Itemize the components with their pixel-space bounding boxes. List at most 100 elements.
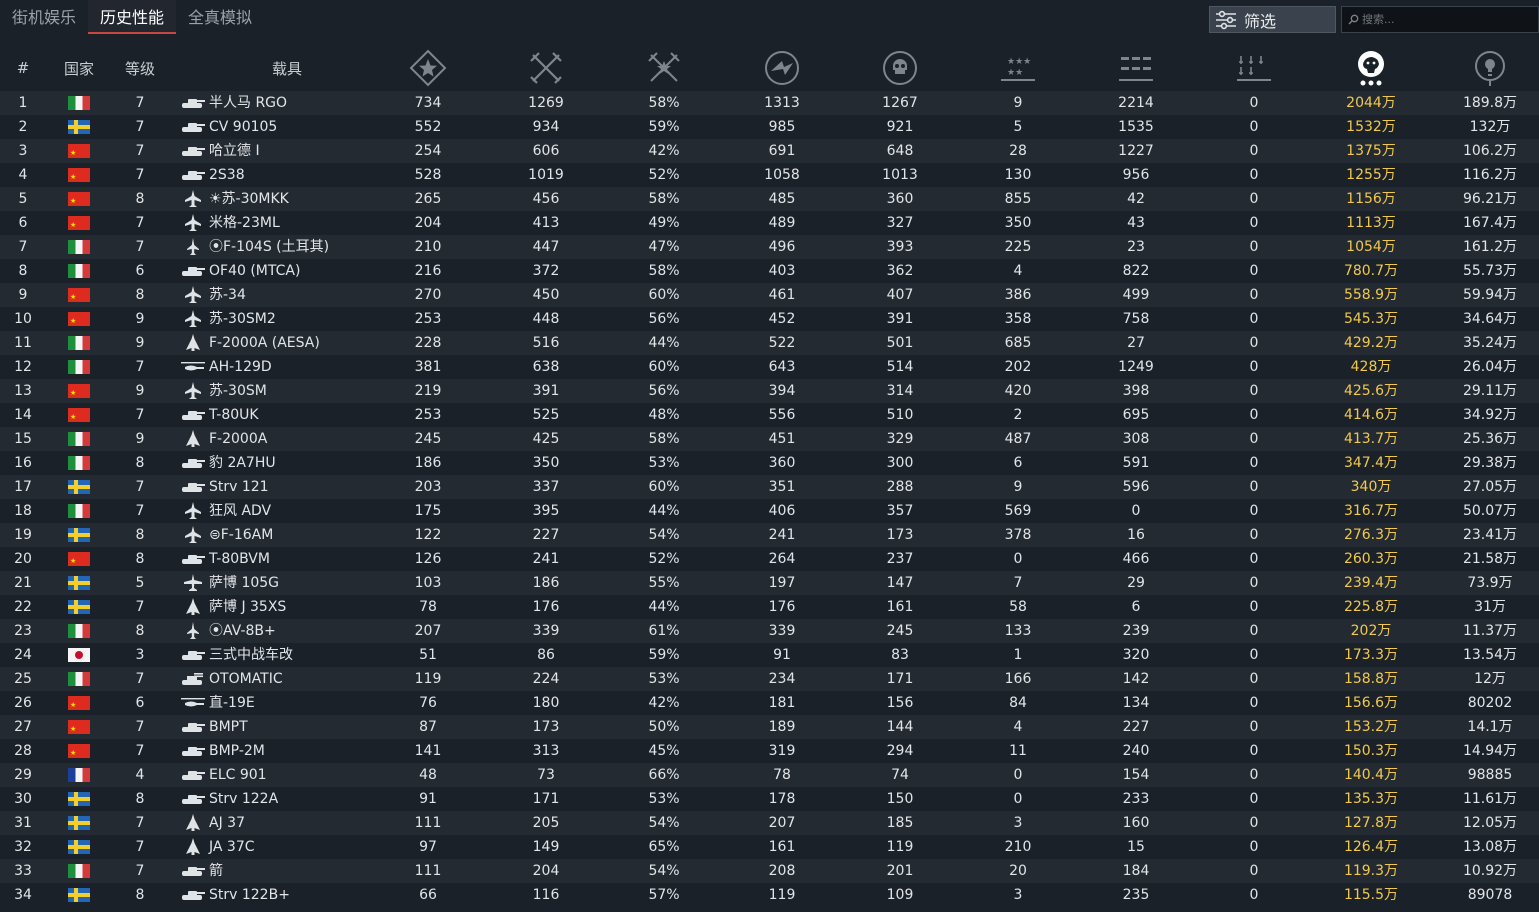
table-row[interactable]: 6 7 米格-23ML 204 413 49% 489 327 350 43 0 1113万 167.4… bbox=[0, 211, 1539, 237]
vehicle-cell[interactable]: JA 37C bbox=[180, 835, 400, 859]
col-lion[interactable] bbox=[1331, 44, 1411, 92]
stat-naval-kills: 0 bbox=[1249, 839, 1259, 855]
table-row[interactable]: 24 3 三式中战车改 51 86 59% 91 83 1 320 0 173.3万 13.54万 bbox=[0, 643, 1539, 667]
stat-air-kills: 420 bbox=[1004, 383, 1032, 399]
table-row[interactable]: 15 9 F-2000A 245 425 58% 451 329 487 308 0 413.7万 25… bbox=[0, 427, 1539, 451]
col-index[interactable]: # bbox=[0, 44, 46, 92]
vehicle-cell[interactable]: 萨博 J 35XS bbox=[180, 595, 400, 619]
vehicle-cell[interactable]: 萨博 105G bbox=[180, 571, 400, 595]
col-ground-kills[interactable] bbox=[1103, 44, 1169, 92]
table-row[interactable]: 4 7 2S38 528 1019 52% 1058 1013 130 956 0 1255万 116.… bbox=[0, 163, 1539, 189]
nation-flag bbox=[58, 355, 100, 379]
vehicle-cell[interactable]: AJ 37 bbox=[180, 811, 400, 835]
table-row[interactable]: 2 7 CV 90105 552 934 59% 985 921 5 1535 0 1532万 132万 bbox=[0, 115, 1539, 139]
col-naval-kills[interactable] bbox=[1221, 44, 1287, 92]
table-row[interactable]: 22 7 萨博 J 35XS 78 176 44% 176 161 58 6 0 225.8万 31万 bbox=[0, 595, 1539, 619]
vehicle-cell[interactable]: 苏-30SM2 bbox=[180, 307, 400, 331]
table-row[interactable]: 30 8 Strv 122A 91 171 53% 178 150 0 233 0 135.3万 11.… bbox=[0, 787, 1539, 811]
vehicle-cell[interactable]: T-80UK bbox=[180, 403, 400, 427]
col-deaths[interactable] bbox=[867, 44, 933, 92]
vehicle-cell[interactable]: 三式中战车改 bbox=[180, 643, 400, 667]
vehicle-cell[interactable]: Strv 121 bbox=[180, 475, 400, 499]
table-row[interactable]: 25 7 OTOMATIC 119 224 53% 234 171 166 142 0 158.8万 1… bbox=[0, 667, 1539, 691]
row-rank: 7 bbox=[135, 743, 145, 759]
table-row[interactable]: 28 7 BMP-2M 141 313 45% 319 294 11 240 0 150.3万 14.9… bbox=[0, 739, 1539, 765]
table-row[interactable]: 21 5 萨博 105G 103 186 55% 197 147 7 29 0 239.4万 73.9万 bbox=[0, 571, 1539, 595]
table-row[interactable]: 8 6 OF40 (MTCA) 216 372 58% 403 362 4 822 0 780.7万 5… bbox=[0, 259, 1539, 283]
table-row[interactable]: 26 6 直-19E 76 180 42% 181 156 84 134 0 156.6万 80202 bbox=[0, 691, 1539, 717]
vehicle-cell[interactable]: 哈立德 I bbox=[180, 139, 400, 163]
vehicle-cell[interactable]: 豹 2A7HU bbox=[180, 451, 400, 475]
table-row[interactable]: 9 8 苏-34 270 450 60% 461 407 386 499 0 558.9万 59.94万 bbox=[0, 283, 1539, 309]
vehicle-cell[interactable]: Strv 122A bbox=[180, 787, 400, 811]
table-row[interactable]: 29 4 ELC 901 48 73 66% 78 74 0 154 0 140.4万 98885 bbox=[0, 763, 1539, 787]
vehicle-cell[interactable]: ☀苏-30MKK bbox=[180, 187, 400, 211]
search-box[interactable] bbox=[1341, 6, 1539, 33]
table-row[interactable]: 1 7 半人马 RGO 734 1269 58% 1313 1267 9 2214 0 2044万 18… bbox=[0, 91, 1539, 115]
table-row[interactable]: 18 7 狂风 ADV 175 395 44% 406 357 569 0 0 316.7万 50.07… bbox=[0, 499, 1539, 523]
stat-victories: 448 bbox=[532, 311, 560, 327]
table-row[interactable]: 19 8 ⊜F-16AM 122 227 54% 241 173 378 16 0 276.3万 23.… bbox=[0, 523, 1539, 547]
table-row[interactable]: 33 7 箭 111 204 54% 208 201 20 184 0 119.3万 10.92万 bbox=[0, 859, 1539, 883]
stat-naval-kills: 0 bbox=[1249, 335, 1259, 351]
vehicle-cell[interactable]: ⊜F-16AM bbox=[180, 523, 400, 547]
tab-realistic[interactable]: 历史性能 bbox=[88, 0, 177, 34]
table-row[interactable]: 12 7 AH-129D 381 638 60% 643 514 202 1249 0 428万 26.… bbox=[0, 355, 1539, 379]
vehicle-cell[interactable]: BMP-2M bbox=[180, 739, 400, 763]
table-row[interactable]: 13 9 苏-30SM 219 391 56% 394 314 420 398 0 425.6万 29.… bbox=[0, 379, 1539, 405]
vehicle-cell[interactable]: OTOMATIC bbox=[180, 667, 400, 691]
tab-simulator[interactable]: 全真模拟 bbox=[176, 0, 264, 34]
table-row[interactable]: 7 7 ⦿F-104S (土耳其) 210 447 47% 496 393 225 23 0 1054… bbox=[0, 235, 1539, 259]
col-win-rate[interactable] bbox=[631, 44, 697, 92]
row-rank: 7 bbox=[135, 863, 145, 879]
vehicle-cell[interactable]: 米格-23ML bbox=[180, 211, 400, 235]
table-row[interactable]: 11 9 F-2000A (AESA) 228 516 44% 522 501 685 27 0 42… bbox=[0, 331, 1539, 355]
vehicle-cell[interactable]: 箭 bbox=[180, 859, 400, 883]
row-index: 24 bbox=[14, 647, 32, 663]
vehicle-cell[interactable]: Strv 122B+ bbox=[180, 883, 400, 907]
search-input[interactable] bbox=[1362, 13, 1532, 26]
col-nation[interactable]: 国家 bbox=[58, 44, 100, 92]
vehicle-cell[interactable]: 半人马 RGO bbox=[180, 91, 400, 115]
vehicle-cell[interactable]: ⦿F-104S (土耳其) bbox=[180, 235, 400, 259]
vehicle-cell[interactable]: OF40 (MTCA) bbox=[180, 259, 400, 283]
col-victories[interactable] bbox=[513, 44, 579, 92]
vehicle-cell[interactable]: 直-19E bbox=[180, 691, 400, 715]
filter-button[interactable]: 筛选 bbox=[1209, 6, 1336, 33]
table-row[interactable]: 23 8 ⦿AV-8B+ 207 339 61% 339 245 133 239 0 202万 11.3… bbox=[0, 619, 1539, 643]
col-rank[interactable]: 等级 bbox=[114, 44, 166, 92]
table-row[interactable]: 16 8 豹 2A7HU 186 350 53% 360 300 6 591 0 347.4万 29.3… bbox=[0, 451, 1539, 475]
table-row[interactable]: 5 8 ☀苏-30MKK 265 456 58% 485 360 855 42 0 1156万 96.2… bbox=[0, 187, 1539, 213]
vehicle-cell[interactable]: CV 90105 bbox=[180, 115, 400, 139]
table-row[interactable]: 20 8 T-80BVM 126 241 52% 264 237 0 466 0 260.3万 21.5… bbox=[0, 547, 1539, 573]
vehicle-cell[interactable]: T-80BVM bbox=[180, 547, 400, 571]
vehicle-type-icon bbox=[180, 238, 206, 256]
tab-arcade[interactable]: 街机娱乐 bbox=[0, 0, 88, 34]
vehicle-cell[interactable]: 苏-30SM bbox=[180, 379, 400, 403]
table-row[interactable]: 27 7 BMPT 87 173 50% 189 144 4 227 0 153.2万 14.1万 bbox=[0, 715, 1539, 741]
vehicle-cell[interactable]: F-2000A bbox=[180, 427, 400, 451]
vehicle-cell[interactable]: 苏-34 bbox=[180, 283, 400, 307]
vehicle-cell[interactable]: AH-129D bbox=[180, 355, 400, 379]
vehicle-cell[interactable]: ⦿AV-8B+ bbox=[180, 619, 400, 643]
stat-research: 189.8万 bbox=[1462, 95, 1518, 111]
table-row[interactable]: 32 7 JA 37C 97 149 65% 161 119 210 15 0 126.4万 13.08… bbox=[0, 835, 1539, 859]
row-rank: 9 bbox=[135, 431, 145, 447]
vehicle-cell[interactable]: F-2000A (AESA) bbox=[180, 331, 400, 355]
table-row[interactable]: 34 8 Strv 122B+ 66 116 57% 119 109 3 235 0 115.5万 89… bbox=[0, 883, 1539, 907]
col-research[interactable] bbox=[1449, 44, 1531, 92]
table-row[interactable]: 10 9 苏-30SM2 253 448 56% 452 391 358 758 0 545.3万 34… bbox=[0, 307, 1539, 333]
vehicle-cell[interactable]: ELC 901 bbox=[180, 763, 400, 787]
vehicle-cell[interactable]: 2S38 bbox=[180, 163, 400, 187]
table-row[interactable]: 3 7 哈立德 I 254 606 42% 691 648 28 1227 0 1375万 106.2万 bbox=[0, 139, 1539, 165]
table-row[interactable]: 31 7 AJ 37 111 205 54% 207 185 3 160 0 127.8万 12.05万 bbox=[0, 811, 1539, 835]
col-air-kills[interactable]: ★★★ ★★ bbox=[985, 44, 1051, 92]
table-row[interactable]: 14 7 T-80UK 253 525 48% 556 510 2 695 0 414.6万 34.92… bbox=[0, 403, 1539, 429]
table-row[interactable]: 17 7 Strv 121 203 337 60% 351 288 9 596 0 340万 27.05… bbox=[0, 475, 1539, 499]
stat-victories: 350 bbox=[532, 455, 560, 471]
col-vehicle[interactable]: 载具 bbox=[180, 44, 394, 92]
col-battles[interactable] bbox=[395, 44, 461, 92]
vehicle-cell[interactable]: 狂风 ADV bbox=[180, 499, 400, 523]
vehicle-cell[interactable]: BMPT bbox=[180, 715, 400, 739]
col-respawns[interactable] bbox=[749, 44, 815, 92]
